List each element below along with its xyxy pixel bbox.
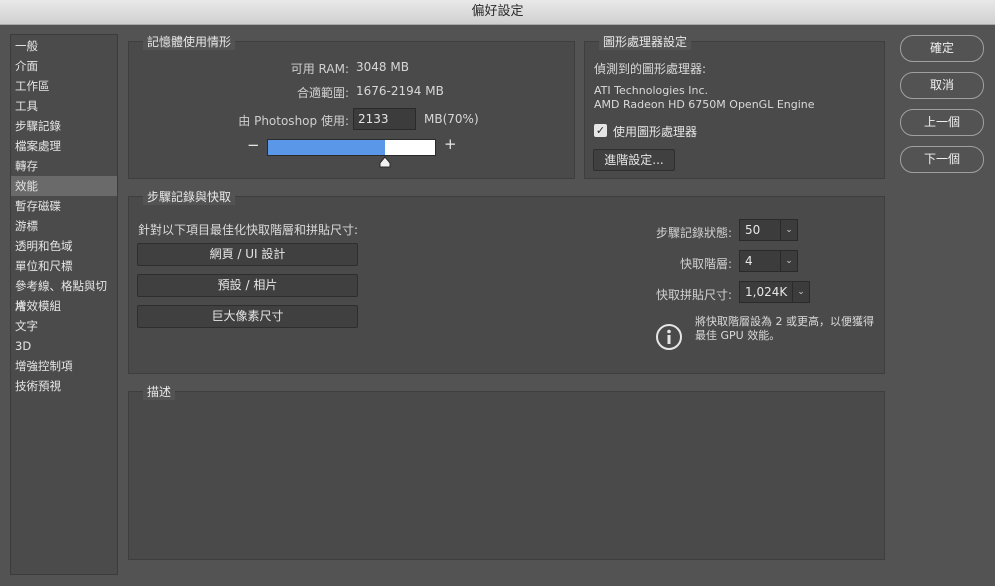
increase-memory-button[interactable]: + [444,135,457,153]
available-ram-label: 可用 RAM: [290,62,349,76]
history-cache-title: 步驟記錄與快取 [143,189,236,205]
cancel-button[interactable]: 取消 [900,72,984,99]
sidebar-item[interactable]: 轉存 [11,156,117,176]
category-sidebar: 一般 介面 工作區 工具 步驟記錄 檔案處理 轉存 效能 暫存磁碟 游標 透明和色域 單位和尺標 參考線… [10,34,118,575]
history-states-value: 50 [745,223,761,237]
sidebar-item[interactable]: 暫存磁碟 [11,196,117,216]
sidebar-item[interactable]: 單位和尺標 [11,256,117,276]
let-photoshop-use-label: 由 Photoshop 使用: [238,114,349,128]
sidebar-item[interactable]: 游標 [11,216,117,236]
sidebar-item[interactable]: 一般 [11,36,117,56]
sidebar-item[interactable]: 透明和色域 [11,236,117,256]
description-panel: 描述 [128,384,885,560]
cache-tile-size-label: 快取拼貼尺寸: [655,288,732,302]
cache-levels-label: 快取階層: [679,257,732,271]
optimize-cache-label: 針對以下項目最佳化快取階層和拼貼尺寸: [138,223,359,237]
gpu-cache-tip-line2: 最佳 GPU 效能。 [695,329,781,342]
memory-amount-input[interactable]: 2133 [353,108,416,130]
sidebar-item[interactable]: 3D [11,336,117,356]
huge-pixel-dimensions-button[interactable]: 巨大像素尺寸 [137,305,358,328]
memory-slider-fill [268,140,385,155]
window-title: 偏好設定 [0,0,995,25]
history-states-label: 步驟記錄狀態: [655,226,732,240]
sidebar-item[interactable]: 增效模組 [11,296,117,316]
sidebar-item[interactable]: 工作區 [11,76,117,96]
sidebar-item[interactable]: 工具 [11,96,117,116]
description-title: 描述 [143,384,176,400]
gpu-model: AMD Radeon HD 6750M OpenGL Engine [594,98,815,111]
cache-levels-value: 4 [745,254,753,268]
web-ui-design-button[interactable]: 網頁 / UI 設計 [137,243,358,266]
sidebar-item[interactable]: 介面 [11,56,117,76]
memory-slider-thumb[interactable] [379,156,391,168]
cache-levels-select[interactable]: 4 ⌄ [739,250,798,272]
decrease-memory-button[interactable]: − [247,136,260,154]
history-cache-panel: 步驟記錄與快取 針對以下項目最佳化快取階層和拼貼尺寸: 網頁 / UI 設計 預… [128,189,885,374]
cache-tile-size-value: 1,024K [745,285,788,299]
sidebar-item[interactable]: 步驟記錄 [11,116,117,136]
memory-unit-label: MB(70%) [424,112,479,126]
sidebar-item[interactable]: 檔案處理 [11,136,117,156]
sidebar-item[interactable]: 效能 [11,176,117,196]
detected-gpu-label: 偵測到的圖形處理器: [594,62,707,76]
chevron-down-icon: ⌄ [780,220,797,240]
memory-slider[interactable] [267,139,436,156]
sidebar-item[interactable]: 參考線、格點與切片 [11,276,117,313]
memory-usage-title: 記憶體使用情形 [143,34,236,50]
info-icon [656,324,682,350]
chevron-down-icon: ⌄ [780,251,797,271]
sidebar-item[interactable]: 增強控制項 [11,356,117,376]
gpu-settings-panel: 圖形處理器設定 偵測到的圖形處理器: ATI Technologies Inc.… [584,34,885,179]
memory-usage-panel: 記憶體使用情形 可用 RAM: 3048 MB 合適範圍: 1676-2194 … [128,34,575,179]
gpu-vendor: ATI Technologies Inc. [594,84,709,97]
use-gpu-checkbox[interactable]: ✓ [594,124,607,137]
ideal-range-value: 1676-2194 MB [356,84,444,98]
default-photos-button[interactable]: 預設 / 相片 [137,274,358,297]
next-button[interactable]: 下一個 [900,146,984,173]
cache-tile-size-select[interactable]: 1,024K ⌄ [739,281,810,303]
use-gpu-label[interactable]: 使用圖形處理器 [613,123,697,140]
ideal-range-label: 合適範圍: [296,86,349,100]
chevron-down-icon: ⌄ [792,282,809,302]
history-states-select[interactable]: 50 ⌄ [739,219,798,241]
available-ram-value: 3048 MB [356,60,409,74]
sidebar-item[interactable]: 技術預視 [11,376,117,396]
gpu-settings-title: 圖形處理器設定 [599,34,692,50]
previous-button[interactable]: 上一個 [900,109,984,136]
advanced-settings-button[interactable]: 進階設定... [593,149,675,171]
ok-button[interactable]: 確定 [900,35,984,62]
sidebar-item[interactable]: 文字 [11,316,117,336]
